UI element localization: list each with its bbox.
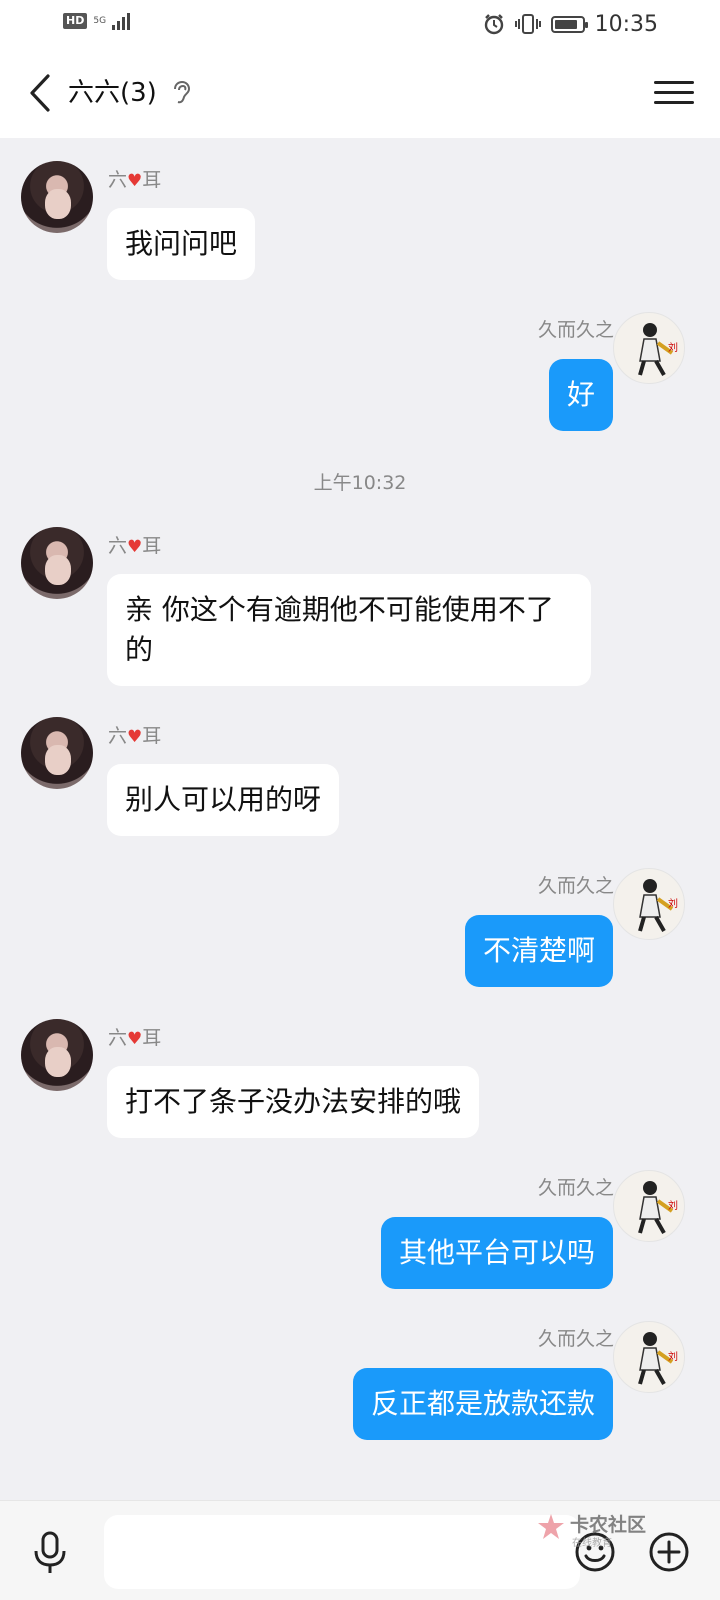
svg-text:刘: 刘 <box>668 898 678 910</box>
status-bar: HD 5G 10:35 <box>0 0 720 48</box>
svg-text:刘: 刘 <box>668 1351 678 1363</box>
sender-avatar[interactable] <box>21 527 93 599</box>
svg-text:刘: 刘 <box>668 1200 678 1212</box>
sender-name: 六♥耳 <box>108 169 162 191</box>
message-bubble-incoming[interactable]: 打不了条子没办法安排的哦 <box>107 1066 480 1138</box>
message-bubble-incoming[interactable]: 别人可以用的呀 <box>107 764 340 836</box>
signal-icon <box>112 12 131 30</box>
my-avatar[interactable]: 刘 <box>613 1170 685 1242</box>
watermark-logo-icon <box>538 1514 564 1539</box>
message-bubble-outgoing[interactable]: 不清楚啊 <box>464 915 613 987</box>
message-timestamp: 上午10:32 <box>313 472 407 494</box>
avatar-figure-icon: 刘 <box>638 879 678 932</box>
my-avatar[interactable]: 刘 <box>613 1321 685 1393</box>
message-bubble-incoming[interactable]: 我问问吧 <box>107 208 256 280</box>
sender-name: 六♥耳 <box>108 1027 162 1049</box>
chat-header: 六六(3) <box>0 48 720 138</box>
message-bubble-outgoing[interactable]: 其他平台可以吗 <box>380 1217 613 1289</box>
watermark-text: 卡农社区 <box>570 1514 647 1536</box>
avatar-figure-icon: 刘 <box>638 1181 678 1234</box>
chat-title: 六六(3) <box>68 78 157 108</box>
alarm-icon <box>484 14 503 35</box>
menu-button[interactable] <box>654 74 694 114</box>
watermark-subtext: 在线教育 <box>572 1538 612 1549</box>
heart-icon: ♥ <box>127 171 143 191</box>
status-left: HD 5G <box>63 12 131 30</box>
sender-avatar[interactable] <box>21 717 93 789</box>
status-time: 10:35 <box>594 11 658 37</box>
watermark: 卡农社区 在线教育 <box>536 1508 676 1549</box>
voice-button[interactable] <box>30 1531 70 1575</box>
my-avatar[interactable]: 刘 <box>613 868 685 940</box>
network-type: 5G <box>93 15 107 26</box>
avatar-figure-icon: 刘 <box>638 1332 678 1385</box>
sender-name: 久而久之 <box>537 319 614 341</box>
my-avatar[interactable]: 刘 <box>613 312 685 384</box>
microphone-icon <box>34 1531 66 1573</box>
vibrate-icon <box>514 14 541 34</box>
svg-text:刘: 刘 <box>668 342 678 354</box>
back-button[interactable] <box>18 70 62 116</box>
heart-icon: ♥ <box>127 537 143 557</box>
chat-messages[interactable]: 六♥耳 我问问吧 刘 久而久之 好 上午10:32 六♥耳 亲 你这个有逾期他不… <box>0 138 720 1500</box>
sender-name: 久而久之 <box>537 1177 614 1199</box>
sender-name: 六♥耳 <box>108 535 162 557</box>
sender-avatar[interactable] <box>21 1019 93 1091</box>
sender-name: 六♥耳 <box>108 725 162 747</box>
ear-icon <box>174 80 191 104</box>
status-right: 10:35 <box>483 8 658 40</box>
message-bubble-outgoing[interactable]: 反正都是放款还款 <box>352 1368 613 1440</box>
chevron-left-icon <box>30 74 50 112</box>
sender-name: 久而久之 <box>537 875 614 897</box>
sender-name: 久而久之 <box>537 1328 614 1350</box>
heart-icon: ♥ <box>127 727 143 747</box>
sender-avatar[interactable] <box>21 161 93 233</box>
battery-icon <box>550 15 588 33</box>
hd-indicator: HD <box>63 13 88 29</box>
avatar-figure-icon: 刘 <box>638 323 678 376</box>
heart-icon: ♥ <box>127 1029 143 1049</box>
message-bubble-incoming[interactable]: 亲 你这个有逾期他不可能使用不了的 <box>107 574 591 686</box>
message-bubble-outgoing[interactable]: 好 <box>548 359 613 431</box>
message-input[interactable] <box>104 1515 580 1589</box>
